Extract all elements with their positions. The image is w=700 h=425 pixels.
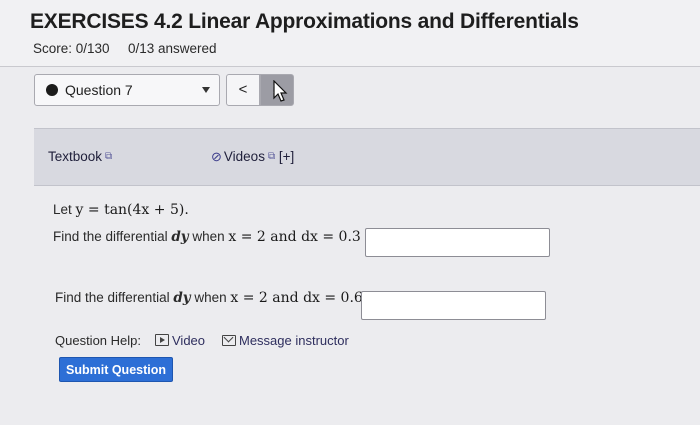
message-instructor-link[interactable]: Message instructor: [222, 333, 349, 348]
help-video-label: Video: [172, 333, 206, 348]
external-link-icon: ⧉: [105, 151, 113, 162]
answered-count: 0/13 answered: [128, 41, 217, 56]
part2-when: when: [190, 290, 231, 305]
intro-prefix: Let: [53, 202, 76, 217]
part2-prompt: Find the differential dy when x = 2 and …: [55, 290, 363, 306]
problem-intro: Let y = tan(4x + 5).: [53, 202, 189, 218]
page-title: EXERCISES 4.2 Linear Approximations and …: [30, 10, 579, 33]
question-help-label: Question Help:: [55, 333, 141, 348]
part1-answer-input[interactable]: [365, 228, 550, 257]
assignment-header: EXERCISES 4.2 Linear Approximations and …: [0, 0, 700, 67]
part2-condition: x = 2 and dx = 0.6: [230, 290, 363, 306]
resources-toolbar: Textbook ⧉ ⊘ Videos ⧉ [+]: [34, 128, 700, 186]
videos-link[interactable]: ⊘ Videos ⧉ [+]: [211, 149, 294, 165]
message-instructor-label: Message instructor: [239, 333, 349, 348]
help-video-link[interactable]: Video: [155, 333, 205, 348]
external-link-icon: ⧉: [267, 151, 276, 162]
part1-dy: dy: [171, 229, 189, 245]
part1-prompt: Find the differential dy when x = 2 and …: [53, 229, 361, 245]
part2-answer-input[interactable]: [361, 291, 546, 320]
part1-condition: x = 2 and dx = 0.3: [228, 229, 361, 245]
video-link-icon: ⊘: [211, 149, 222, 164]
part2-prefix: Find the differential: [55, 290, 174, 305]
score-text: Score: 0/130: [33, 41, 110, 56]
submit-question-button[interactable]: Submit Question: [59, 357, 173, 382]
question-select[interactable]: Question 7: [34, 74, 220, 106]
mail-icon: [222, 335, 236, 346]
question-content: Let y = tan(4x + 5). Find the differenti…: [0, 185, 700, 425]
videos-expand-button[interactable]: [+]: [279, 149, 294, 164]
part2-dy: dy: [173, 290, 191, 306]
textbook-label: Textbook: [48, 149, 103, 164]
mouse-cursor-icon: [273, 80, 288, 102]
videos-label: Videos: [223, 149, 265, 164]
chevron-down-icon: [202, 87, 210, 93]
part1-prefix: Find the differential: [53, 229, 172, 244]
question-select-label: Question 7: [65, 82, 133, 98]
status-dot-icon: [46, 84, 58, 96]
previous-question-button[interactable]: <: [226, 74, 260, 106]
part1-when: when: [188, 229, 229, 244]
play-icon: [155, 334, 169, 346]
function-expression: y = tan(4x + 5).: [75, 202, 189, 218]
textbook-link[interactable]: Textbook ⧉: [48, 149, 112, 164]
